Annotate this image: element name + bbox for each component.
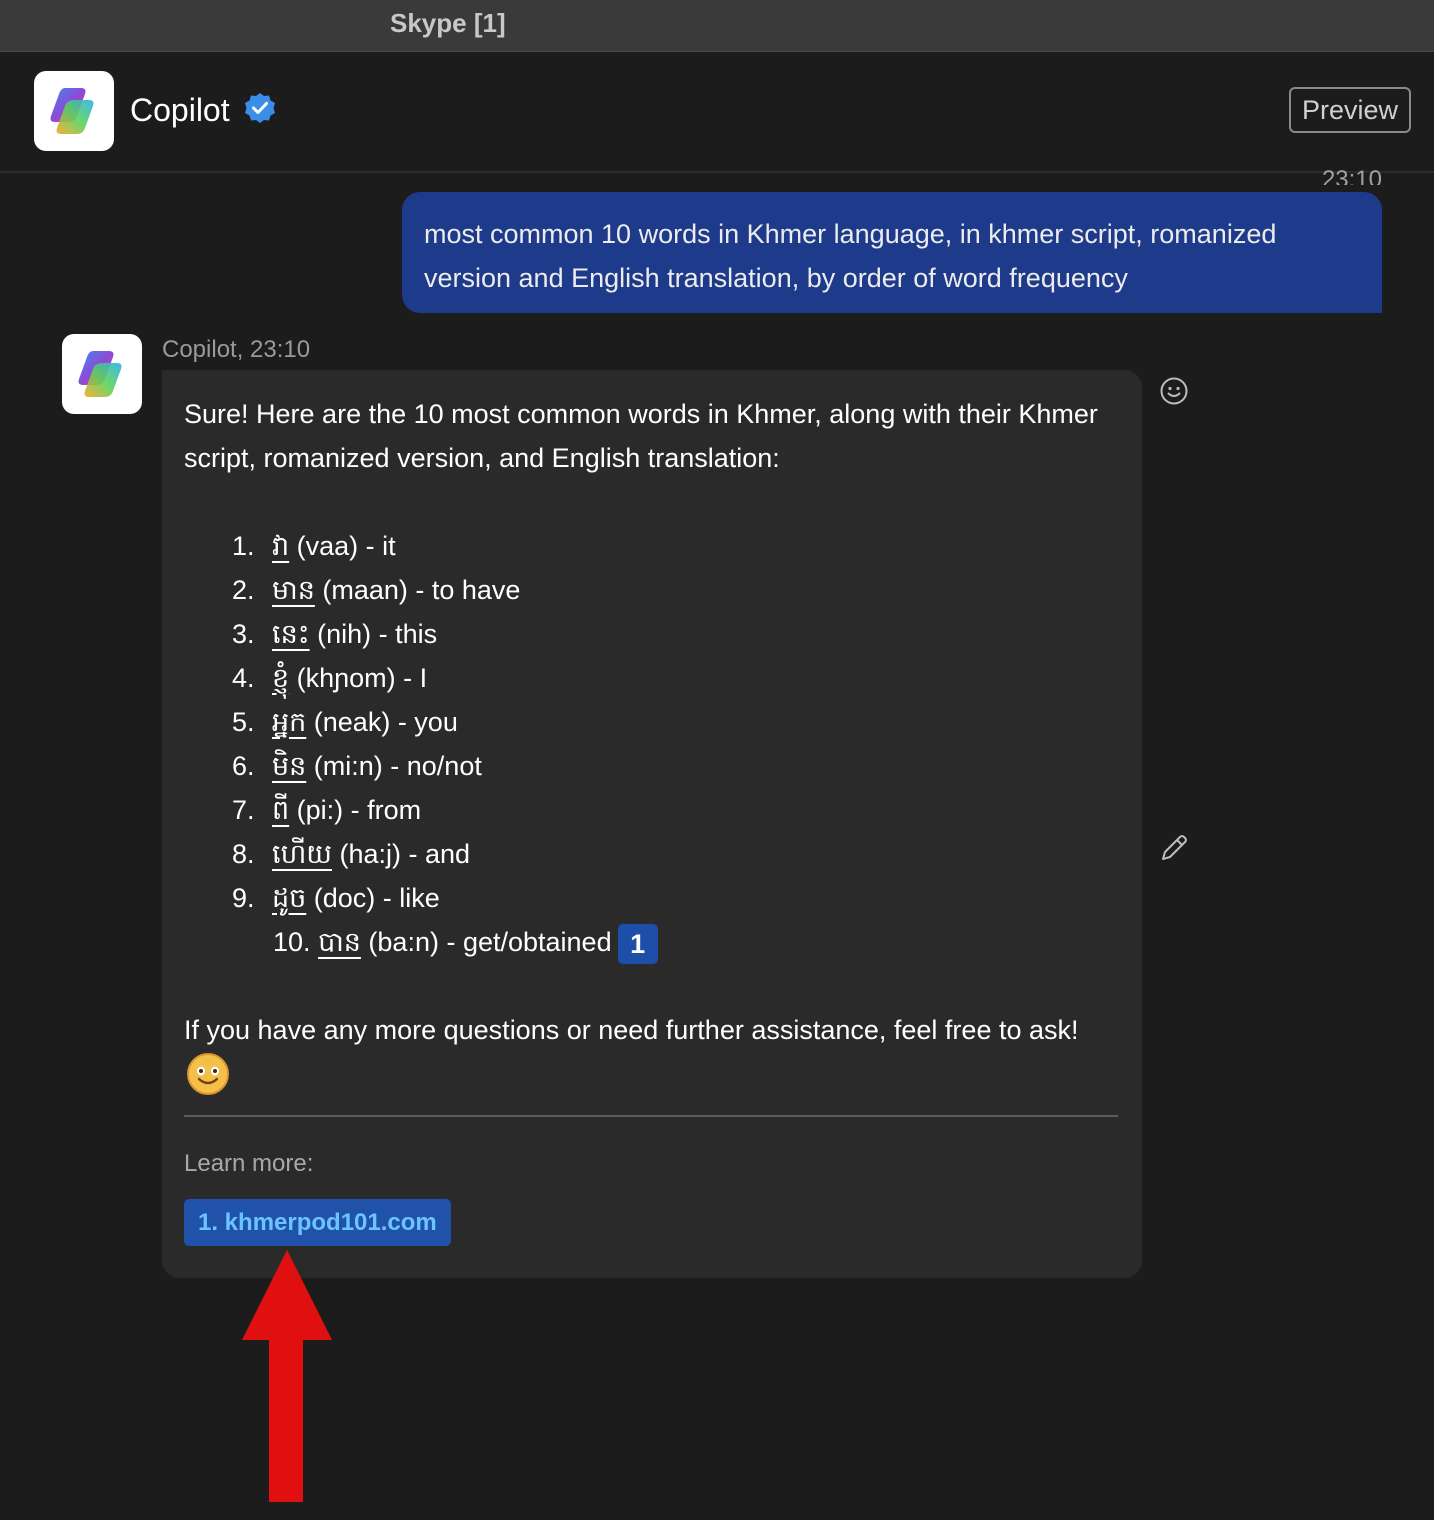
user-message-bubble[interactable]: most common 10 words in Khmer language, … <box>402 192 1382 313</box>
copilot-avatar[interactable] <box>62 334 142 414</box>
contact-name: Copilot <box>130 92 230 128</box>
list-item: 9. ដូច (doc) - like <box>232 883 440 913</box>
bot-intro-text: Sure! Here are the 10 most common words … <box>184 399 1098 473</box>
list-item: 4. ខ្ញុំ (khɲom) - I <box>232 663 428 693</box>
khmer-word-link[interactable]: អ្នក <box>272 707 306 737</box>
khmer-word-link[interactable]: វា <box>272 531 289 561</box>
red-arrow-annotation-icon <box>242 1250 332 1502</box>
window-titlebar: Skype [1] <box>0 0 1434 52</box>
word-list: 1. វា (vaa) - it 2. មាន (maan) - to have 3… <box>184 524 1120 964</box>
copilot-logo-icon[interactable] <box>34 71 114 151</box>
preview-button[interactable]: Preview <box>1289 87 1411 133</box>
khmer-word-link[interactable]: មាន <box>272 575 315 605</box>
list-item: 6. មិន (mi:n) - no/not <box>232 751 482 781</box>
list-item: 3. នេះ (nih) - this <box>232 619 438 649</box>
verified-badge-icon <box>245 93 275 123</box>
list-item: 2. មាន (maan) - to have <box>232 575 521 605</box>
divider <box>184 1115 1118 1117</box>
khmer-word-link[interactable]: ពី <box>272 795 289 825</box>
window-title: Skype [1] <box>390 8 506 38</box>
source-link-chip[interactable]: 1. khmerpod101.com <box>184 1199 451 1246</box>
list-item: 8. ហើយ (ha:j) - and <box>232 839 471 869</box>
bot-message-meta: Copilot, 23:10 <box>162 336 311 363</box>
list-item: 5. អ្នក (neak) - you <box>232 707 458 737</box>
khmer-word-link[interactable]: ហើយ <box>272 839 332 869</box>
khmer-word-link[interactable]: ដូច <box>272 883 306 913</box>
list-item: 1. វា (vaa) - it <box>232 531 396 561</box>
khmer-word-link[interactable]: មិន <box>272 751 306 781</box>
bot-outro-text: If you have any more questions or need f… <box>184 1015 1079 1045</box>
chat-header: Copilot Preview <box>0 52 1434 173</box>
bot-message-bubble[interactable]: Sure! Here are the 10 most common words … <box>162 370 1142 1278</box>
list-item: 7. ពី (pi:) - from <box>232 795 422 825</box>
khmer-word-link[interactable]: បាន <box>318 927 361 957</box>
khmer-word-link[interactable]: នេះ <box>272 619 310 649</box>
edit-pencil-icon[interactable] <box>1158 832 1190 864</box>
emoji-reaction-icon[interactable] <box>1159 376 1189 406</box>
learn-more-label: Learn more: <box>184 1150 314 1177</box>
citation-badge[interactable]: 1 <box>617 923 658 964</box>
khmer-word-link[interactable]: ខ្ញុំ <box>272 663 289 693</box>
list-item: 10. បាន (ba:n) - get/obtained 1 <box>184 920 1120 964</box>
smiling-face-emoji-icon <box>187 1053 229 1095</box>
user-message-time: 23:10 <box>1321 166 1382 185</box>
